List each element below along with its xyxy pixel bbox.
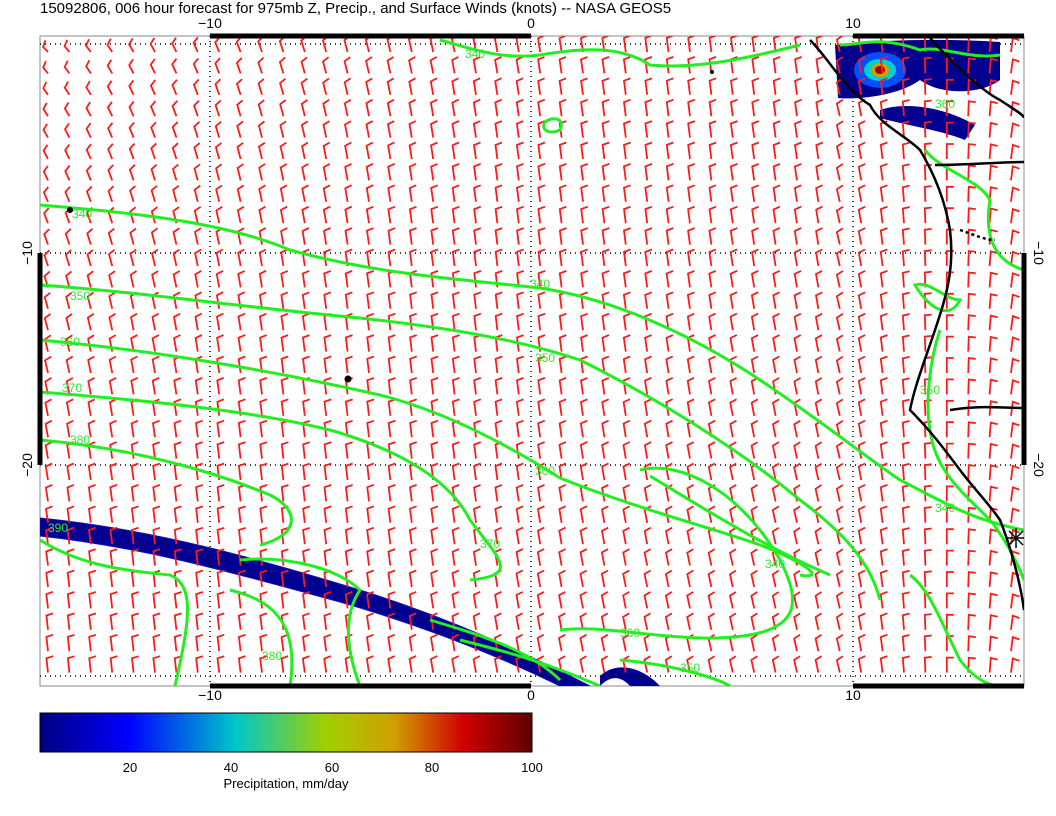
right-tick-label: −10 xyxy=(1031,241,1047,265)
precip-core-peak xyxy=(875,66,885,74)
left-tick-label: −20 xyxy=(19,453,35,477)
contour-label: 340 xyxy=(935,501,955,515)
contour-label: 350 xyxy=(680,661,700,675)
island-marker xyxy=(710,70,714,74)
colorbar-label: Precipitation, mm/day xyxy=(223,776,349,791)
right-tick-label: −20 xyxy=(1031,453,1047,477)
contour-label: 350 xyxy=(70,289,90,303)
island-marker xyxy=(67,207,73,213)
bottom-tick-label: −10 xyxy=(198,687,222,703)
contour-label: 360 xyxy=(535,464,555,478)
bottom-tick-label: 10 xyxy=(845,687,861,703)
contour-label: 350 xyxy=(920,383,940,397)
top-tick-label: 0 xyxy=(527,15,535,31)
island-marker xyxy=(344,375,352,383)
left-tick-label: −10 xyxy=(19,241,35,265)
top-tick-label: 10 xyxy=(845,15,861,31)
contour-label: 360 xyxy=(620,626,640,640)
colorbar-tick: 20 xyxy=(122,760,138,775)
contour-label: 340 xyxy=(530,277,550,291)
contour-label: 340 xyxy=(765,557,785,571)
top-tick-label: −10 xyxy=(198,15,222,31)
contour-label: 360 xyxy=(60,335,80,349)
colorbar xyxy=(39,712,533,753)
colorbar-tick: 80 xyxy=(424,760,440,775)
contour-label: 360 xyxy=(935,97,955,111)
contour-label: 380 xyxy=(262,649,282,663)
contour-label: 340 xyxy=(465,47,485,61)
bottom-tick-label: 0 xyxy=(527,687,535,703)
colorbar-tick: 40 xyxy=(223,760,239,775)
contour-label: 350 xyxy=(535,351,555,365)
contour-label: 340 xyxy=(72,207,92,221)
colorbar-tick: 100 xyxy=(521,760,543,775)
contour-label: 390 xyxy=(48,521,68,535)
contour-label: 370 xyxy=(62,381,82,395)
contour-label: 380 xyxy=(70,433,90,447)
station-marker-icon xyxy=(1006,528,1024,548)
forecast-map: 340 340 350 360 370 380 390 340 350 360 … xyxy=(19,15,1047,753)
colorbar-tick: 60 xyxy=(324,760,340,775)
contour-label: 370 xyxy=(480,537,500,551)
